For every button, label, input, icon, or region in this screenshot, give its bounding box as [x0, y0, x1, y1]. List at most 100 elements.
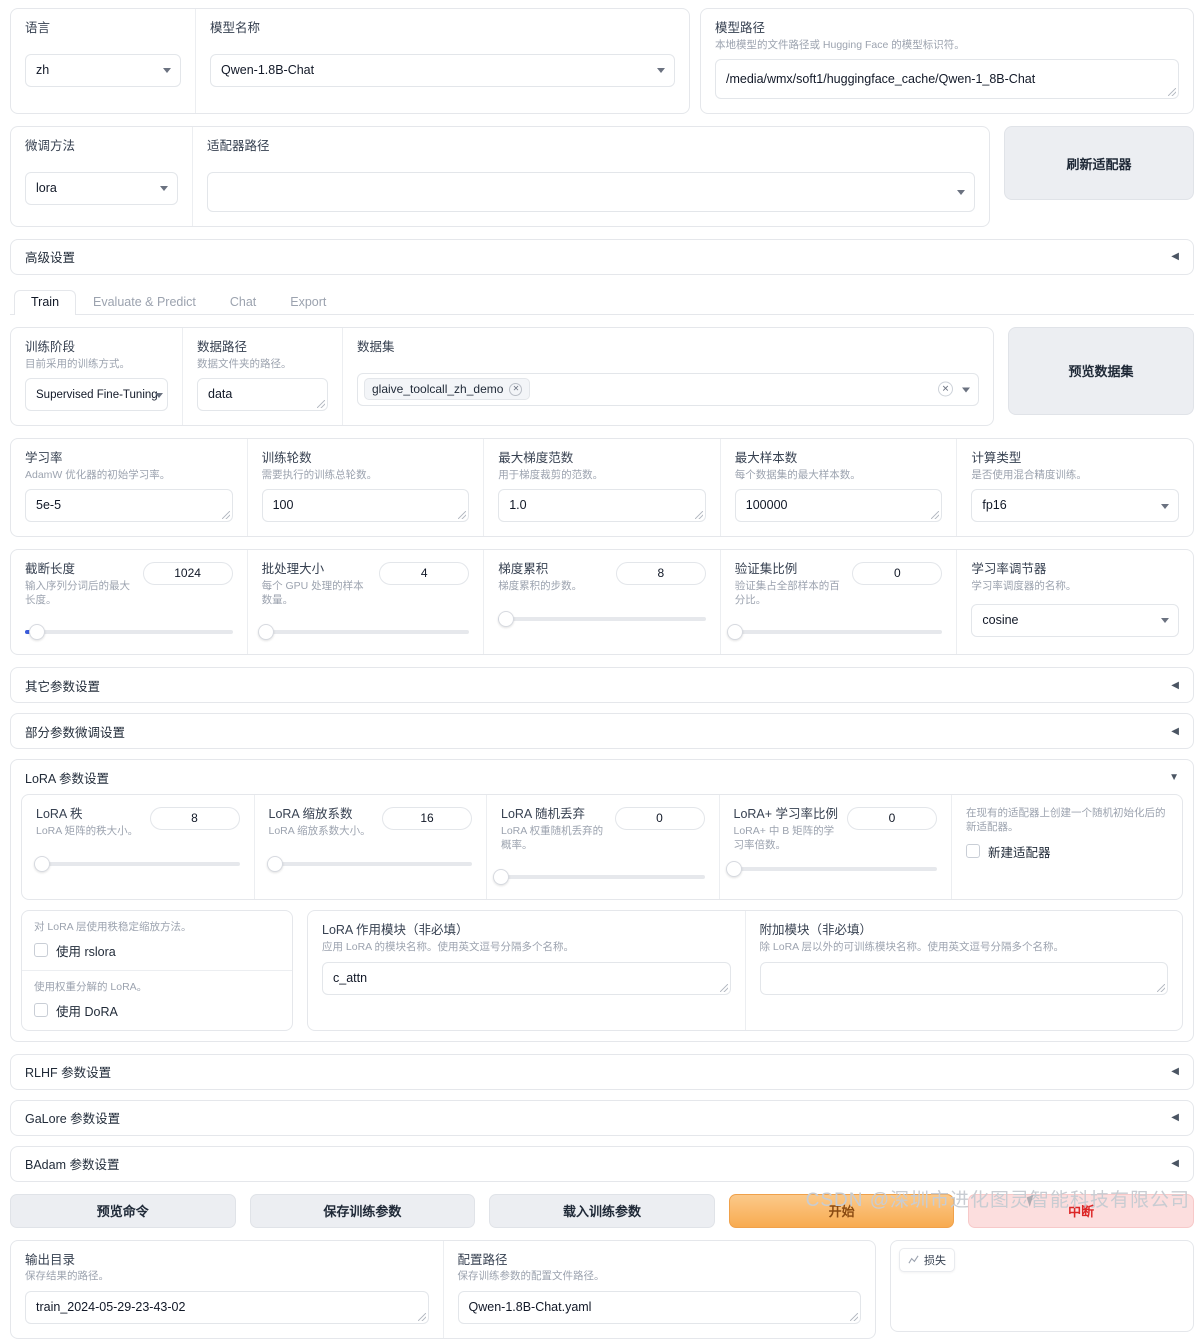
- checkbox-icon[interactable]: [34, 943, 48, 958]
- partial-params-accordion[interactable]: 部分参数微调设置 ◀: [10, 713, 1194, 750]
- lr-scheduler-value: cosine: [982, 612, 1019, 627]
- stage-select[interactable]: Supervised Fine-Tuning: [25, 378, 168, 412]
- cutoff-len-value[interactable]: 1024: [142, 562, 233, 586]
- save-train-args-button[interactable]: 保存训练参数: [249, 1193, 476, 1228]
- load-train-args-button[interactable]: 载入训练参数: [489, 1193, 715, 1228]
- grad-accum-hint: 梯度累积的步数。: [498, 580, 583, 593]
- clear-all-icon[interactable]: ✕: [938, 381, 953, 397]
- batch-size-label: 批处理大小: [261, 562, 325, 577]
- model-path-cell: 模型路径 本地模型的文件路径或 Hugging Face 的模型标识符。 /me…: [701, 9, 1193, 113]
- stage-cell: 训练阶段 目前采用的训练方式。 Supervised Fine-Tuning: [11, 327, 183, 426]
- checkbox-icon[interactable]: [966, 844, 980, 859]
- lora-alpha-value[interactable]: 16: [382, 807, 472, 831]
- abort-button[interactable]: 中断: [968, 1193, 1194, 1228]
- slider-knob[interactable]: [725, 861, 742, 878]
- batch-size-slider[interactable]: [257, 624, 470, 641]
- lora-accordion-header[interactable]: LoRA 参数设置 ▼: [11, 760, 1193, 794]
- val-size-slider[interactable]: [726, 624, 943, 641]
- dataset-label: 数据集: [357, 339, 395, 354]
- advanced-settings-accordion[interactable]: 高级设置 ◀: [10, 238, 1194, 275]
- lora-dropout-head: LoRA 随机丢弃 LoRA 权重随机丢弃的概率。 0: [501, 807, 705, 859]
- data-dir-hint: 数据文件夹的路径。: [197, 357, 292, 370]
- loraplus-slider[interactable]: [725, 861, 937, 878]
- slider-track: [498, 616, 706, 621]
- model-name-select[interactable]: Qwen-1.8B-Chat: [210, 53, 675, 87]
- slider-knob[interactable]: [34, 855, 51, 872]
- slider-knob[interactable]: [257, 624, 274, 641]
- start-button[interactable]: 开始: [728, 1193, 955, 1228]
- lr-scheduler-cell: 学习率调节器 学习率调度器的名称。 cosine: [957, 550, 1193, 654]
- tab-evaluate-predict[interactable]: Evaluate & Predict: [76, 290, 213, 315]
- slider-knob[interactable]: [29, 624, 46, 641]
- hyperparams-block: 学习率 AdamW 优化器的初始学习率。 5e-5 训练轮数 需要执行的训练总轮…: [10, 438, 1194, 538]
- epochs-input[interactable]: 100: [261, 489, 470, 523]
- tab-chat[interactable]: Chat: [213, 290, 273, 315]
- data-dir-input[interactable]: data: [197, 378, 328, 412]
- close-icon[interactable]: ✕: [509, 382, 523, 396]
- max-samples-input[interactable]: 100000: [734, 489, 943, 523]
- other-params-accordion[interactable]: 其它参数设置 ◀: [10, 667, 1194, 704]
- slider-knob[interactable]: [493, 869, 509, 886]
- model-path-block: 模型路径 本地模型的文件路径或 Hugging Face 的模型标识符。 /me…: [700, 8, 1194, 115]
- lr-scheduler-select[interactable]: cosine: [971, 603, 1179, 637]
- rlhf-params-label: RLHF 参数设置: [25, 1066, 112, 1081]
- output-dir-input[interactable]: train_2024-05-29-23-43-02: [25, 1290, 429, 1324]
- stage-hint: 目前采用的训练方式。: [25, 357, 130, 370]
- grad-accum-slider[interactable]: [498, 610, 706, 627]
- grad-accum-value[interactable]: 8: [615, 562, 706, 586]
- dora-cell: 使用权重分解的 LoRA。 使用 DoRA: [22, 971, 292, 1030]
- rslora-checkbox-row[interactable]: 使用 rslora: [34, 941, 280, 960]
- dataset-row: 训练阶段 目前采用的训练方式。 Supervised Fine-Tuning 数…: [10, 326, 1194, 427]
- tab-train[interactable]: Train: [14, 289, 77, 315]
- stage-label: 训练阶段: [25, 339, 76, 354]
- lora-rank-value[interactable]: 8: [149, 807, 240, 831]
- lora-dropout-value[interactable]: 0: [614, 807, 705, 831]
- lora-target-input[interactable]: c_attn: [322, 961, 731, 995]
- cutoff-len-head: 截断长度 输入序列分词后的最大长度。 1024: [25, 562, 233, 614]
- output-dir-cell: 输出目录 保存结果的路径。 train_2024-05-29-23-43-02: [11, 1240, 444, 1338]
- lora-dropout-slider[interactable]: [493, 869, 705, 886]
- dataset-tag[interactable]: glaive_toolcall_zh_demo ✕: [364, 378, 531, 401]
- adapter-path-select[interactable]: [207, 171, 975, 212]
- checkbox-icon[interactable]: [34, 1003, 48, 1018]
- tab-export[interactable]: Export: [273, 290, 343, 315]
- learning-rate-input[interactable]: 5e-5: [25, 489, 233, 523]
- additional-target-input[interactable]: [759, 961, 1168, 995]
- finetune-method-select[interactable]: lora: [25, 171, 178, 205]
- slider-knob[interactable]: [498, 610, 515, 627]
- loss-chip[interactable]: 损失: [899, 1247, 955, 1272]
- lora-rank-slider[interactable]: [34, 855, 240, 872]
- max-grad-norm-input[interactable]: 1.0: [498, 489, 706, 523]
- lora-alpha-slider[interactable]: [266, 855, 472, 872]
- create-new-adapter-checkbox-row[interactable]: 新建适配器: [966, 842, 1168, 861]
- dora-checkbox-row[interactable]: 使用 DoRA: [34, 1001, 280, 1020]
- galore-params-accordion[interactable]: GaLore 参数设置 ◀: [10, 1099, 1194, 1136]
- preview-command-button[interactable]: 预览命令: [10, 1193, 236, 1228]
- lora-dropout-label: LoRA 随机丢弃: [501, 807, 586, 822]
- model-path-input[interactable]: /media/wmx/soft1/huggingface_cache/Qwen-…: [715, 59, 1179, 100]
- footer-row: 输出目录 保存结果的路径。 train_2024-05-29-23-43-02 …: [10, 1239, 1194, 1339]
- rlhf-params-accordion[interactable]: RLHF 参数设置 ◀: [10, 1053, 1194, 1090]
- slider-knob[interactable]: [726, 624, 743, 641]
- chevron-down-icon: [1160, 503, 1169, 509]
- refresh-adapters-button[interactable]: 刷新适配器: [1004, 126, 1194, 201]
- config-path-input[interactable]: Qwen-1.8B-Chat.yaml: [457, 1290, 861, 1324]
- loraplus-value[interactable]: 0: [847, 807, 937, 831]
- loraplus-label: LoRA+ 学习率比例: [733, 807, 839, 822]
- partial-params-label: 部分参数微调设置: [25, 725, 126, 740]
- model-name-cell: 模型名称 Qwen-1.8B-Chat: [196, 9, 689, 113]
- language-select[interactable]: zh: [25, 53, 181, 87]
- batch-size-value[interactable]: 4: [379, 562, 470, 586]
- compute-type-select[interactable]: fp16: [971, 489, 1179, 523]
- slider-knob[interactable]: [266, 855, 283, 872]
- dataset-cell: 数据集 glaive_toolcall_zh_demo ✕ ✕: [343, 328, 993, 425]
- lora-target-hint: 应用 LoRA 的模块名称。使用英文逗号分隔多个名称。: [322, 940, 575, 953]
- cutoff-len-slider[interactable]: [25, 624, 233, 641]
- val-size-value[interactable]: 0: [852, 562, 943, 586]
- data-dir-cell: 数据路径 数据文件夹的路径。 data: [183, 327, 343, 426]
- badam-params-accordion[interactable]: BAdam 参数设置 ◀: [10, 1145, 1194, 1182]
- chevron-down-icon[interactable]: [960, 384, 970, 394]
- preview-dataset-button[interactable]: 预览数据集: [1008, 326, 1194, 415]
- lora-targets-block: LoRA 作用模块（非必填） 应用 LoRA 的模块名称。使用英文逗号分隔多个名…: [307, 910, 1183, 1031]
- dataset-multiselect[interactable]: glaive_toolcall_zh_demo ✕ ✕: [357, 372, 979, 406]
